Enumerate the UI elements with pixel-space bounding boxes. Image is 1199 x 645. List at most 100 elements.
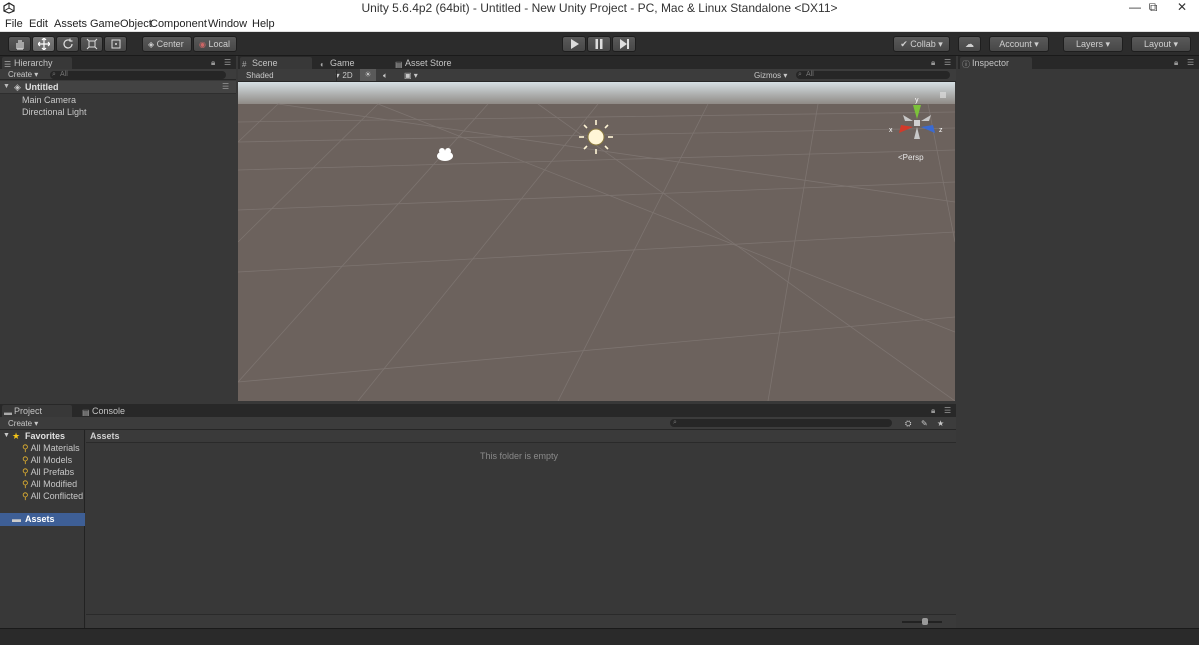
step-button[interactable] [612,36,636,52]
favorite-star-icon[interactable]: ★ [937,418,944,429]
expand-arrow-icon[interactable]: ▼ [3,81,10,93]
pause-button[interactable] [587,36,611,52]
gizmos-dropdown[interactable]: Gizmos ▾ [754,70,787,81]
maximize-button[interactable]: ⧉ [1140,0,1166,17]
tab-inspector[interactable]: ⓘ Inspector [960,57,1032,69]
effects-dropdown[interactable]: ▣ ▾ [404,70,418,81]
projection-toggle[interactable]: <Persp [898,153,924,162]
breadcrumb-assets[interactable]: Assets [90,430,120,442]
tab-hierarchy[interactable]: ☰ Hierarchy [2,57,72,69]
hierarchy-item-main-camera[interactable]: Main Camera [22,94,76,106]
project-panel: ▬ Project ▤ Console 🔒︎ ☰ Create ▾ ⌕ ⛭ ✎ … [0,404,956,628]
menu-help[interactable]: Help [252,18,275,30]
tab-game[interactable]: ◐ Game [318,57,388,69]
tab-game-label: Game [330,58,355,68]
lock-icon[interactable]: 🔒︎ [211,58,215,68]
scene-canvas: y x z <Persp [238,82,955,401]
lock-icon[interactable]: 🔒︎ [1174,58,1178,68]
hierarchy-create-button[interactable]: Create ▾ [8,69,38,80]
tab-scene[interactable]: # Scene [240,57,312,69]
rotate-icon [62,38,73,49]
audio-toggle[interactable]: 🔈︎ [383,70,388,81]
panel-menu-icon[interactable]: ☰ [944,406,951,415]
lock-icon[interactable]: 🔒︎ [931,406,935,416]
favorite-item[interactable]: ⚲ All Models [22,454,72,466]
project-tabbar: ▬ Project ▤ Console 🔒︎ ☰ [0,404,956,417]
menu-assets[interactable]: Assets [54,18,87,30]
move-tool-button[interactable] [32,36,55,52]
favorite-item[interactable]: ⚲ All Modified [22,478,77,490]
speaker-icon: 🔈︎ [383,71,388,80]
gizmo-center[interactable] [914,120,920,126]
collab-dropdown[interactable]: ✔ Collab ▾ [893,36,950,52]
hierarchy-tabbar: ☰ Hierarchy 🔒︎ ☰ [0,56,236,69]
rotate-tool-button[interactable] [56,36,79,52]
info-icon: ⓘ [962,60,970,69]
scene-search-input[interactable]: ⌕ All [796,71,950,79]
empty-folder-message: This folder is empty [480,451,559,461]
pivot-center-button[interactable]: ◈ Center [142,36,192,52]
tab-project-label: Project [14,406,43,416]
panel-menu-icon[interactable]: ☰ [224,58,231,67]
scene-menu-icon[interactable]: ☰ [222,82,229,91]
project-folder-tree: ▼ ★ Favorites ⚲ All Materials ⚲ All Mode… [0,430,85,628]
tab-console[interactable]: ▤ Console [80,405,150,417]
lock-icon[interactable]: 🔒︎ [931,58,935,68]
tab-project[interactable]: ▬ Project [2,405,72,417]
local-icon: ◉ [199,40,206,49]
cloud-icon: ☁ [965,39,974,49]
toggle-2d-button[interactable]: 2D [336,70,358,81]
panel-menu-icon[interactable]: ☰ [944,58,951,67]
search-icon: ⚲ [22,479,29,489]
filter-type-icon[interactable]: ⛭ [905,418,911,429]
lighting-toggle[interactable]: ☀ [360,69,376,81]
breadcrumb: Assets [86,430,956,443]
sun-icon: ☀ [364,70,372,79]
menu-component[interactable]: Component [150,18,207,30]
search-icon: ⚲ [22,455,29,465]
hand-tool-button[interactable] [8,36,31,52]
layers-dropdown[interactable]: Layers ▾ [1063,36,1123,52]
rect-tool-button[interactable] [104,36,127,52]
scene-header-row[interactable]: ▼ ◈ Untitled ☰ [0,81,236,94]
hierarchy-item-directional-light[interactable]: Directional Light [22,106,87,118]
move-arrows-icon [37,38,50,50]
project-toolbar: Create ▾ ⌕ ⛭ ✎ ★ [0,417,956,430]
hierarchy-search-input[interactable]: ⌕ All [50,70,226,79]
assets-root-row[interactable]: ▬ Assets [0,513,85,526]
favorite-item[interactable]: ⚲ All Prefabs [22,466,74,478]
menu-edit[interactable]: Edit [29,18,48,30]
search-placeholder: All [806,71,814,78]
camera-icon[interactable] [437,148,453,161]
menu-window[interactable]: Window [208,18,247,30]
cloud-button[interactable]: ☁ [958,36,981,52]
close-button[interactable]: ✕ [1165,0,1199,17]
tab-asset-store-label: Asset Store [405,58,452,68]
account-dropdown[interactable]: Account ▾ [989,36,1049,52]
expand-arrow-icon[interactable]: ▼ [3,430,10,442]
project-search-input[interactable]: ⌕ [670,419,892,427]
project-create-button[interactable]: Create ▾ [8,418,38,429]
gizmo-y-arrow[interactable] [913,105,921,119]
shading-dropdown[interactable]: Shaded ▾ [246,70,340,81]
favorite-item[interactable]: ⚲ All Materials [22,442,80,454]
menu-file[interactable]: File [5,18,23,30]
play-button[interactable] [562,36,586,52]
scale-tool-button[interactable] [80,36,103,52]
tab-asset-store[interactable]: ▤ Asset Store [393,57,473,69]
pivot-label: Center [156,39,184,49]
panel-menu-icon[interactable]: ☰ [1187,58,1194,67]
image-icon: ▣ [404,71,412,80]
chevron-down-icon: ▾ [1034,39,1039,49]
pause-icon [595,39,603,49]
gizmo-lock-icon[interactable] [940,92,946,98]
icon-size-slider-thumb[interactable] [922,618,928,625]
scene-viewport[interactable]: y x z <Persp [238,82,955,401]
sky-horizon [238,82,955,104]
layout-dropdown[interactable]: Layout ▾ [1131,36,1191,52]
pivot-local-button[interactable]: ◉ Local [193,36,237,52]
favorite-item[interactable]: ⚲ All Conflicted [22,490,83,502]
step-icon [620,39,629,49]
menu-gameobject[interactable]: GameObject [90,18,152,30]
filter-label-icon[interactable]: ✎ [921,418,928,429]
